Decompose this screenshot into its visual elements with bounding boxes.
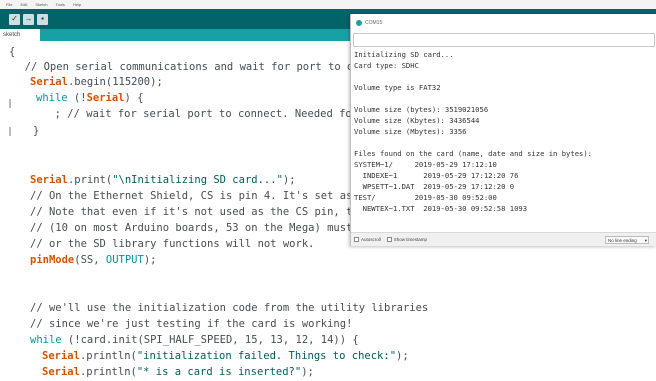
code-token: Serial: [30, 174, 68, 186]
line-ending-value: No line ending: [608, 238, 637, 243]
code-token: "\nInitializing SD card...": [112, 174, 283, 186]
line-ending-select[interactable]: No line ending ▾: [605, 236, 649, 244]
autoscroll-checkbox[interactable]: Autoscroll: [354, 237, 381, 242]
code-token: );: [143, 254, 157, 266]
checkbox-icon: [354, 237, 359, 242]
code-token: pinMode: [30, 254, 75, 266]
serial-output-line: Volume size (bytes): 3519021056: [354, 105, 489, 114]
serial-output-line: WPSETT~1.DAT 2019-05-29 17:12:20 0: [354, 182, 515, 191]
code-token: );: [282, 174, 296, 186]
code-line: // we'll use the initialization code fro…: [30, 302, 429, 314]
menu-sketch[interactable]: Sketch: [35, 0, 47, 9]
serial-output-line: Initializing SD card...: [354, 50, 454, 59]
timestamp-checkbox[interactable]: Show timestamp: [386, 237, 428, 242]
fold-marker: [9, 99, 11, 108]
code-token: (SS,: [74, 254, 106, 266]
serial-output-line: Volume size (Mbytes): 3356: [354, 127, 467, 136]
code-token: while: [30, 334, 62, 346]
tab-sketch[interactable]: sketch: [0, 29, 40, 41]
serial-output-line: NEWTEX~1.TXT 2019-05-30 09:52:58 1093: [354, 204, 528, 213]
code-token: OUTPUT: [105, 254, 144, 266]
code-token: .print(: [67, 174, 113, 186]
serial-output-line: Card type: SDHC: [354, 61, 419, 70]
code-token: Serial: [42, 350, 80, 362]
timestamp-label: Show timestamp: [393, 237, 428, 242]
code-line: Serial.print("\nInitializing SD card..."…: [30, 174, 296, 187]
serial-send-input[interactable]: [353, 33, 655, 47]
code-token: (!: [67, 92, 87, 104]
code-line: {: [9, 46, 16, 58]
upload-icon[interactable]: →: [23, 13, 34, 25]
code-token: (!card.init(SPI_HALF_SPEED, 15, 13, 12, …: [61, 334, 359, 346]
fold-marker: [9, 127, 11, 136]
menu-tools[interactable]: Tools: [56, 0, 65, 9]
code-line: // Open serial communications and wait f…: [12, 61, 379, 73]
code-line: while (!card.init(SPI_HALF_SPEED, 15, 13…: [30, 334, 359, 347]
code-token: while: [36, 92, 68, 104]
code-token: .println(: [79, 350, 137, 362]
serial-output-line: Volume type is FAT32: [354, 83, 441, 92]
verify-icon[interactable]: ✓: [9, 13, 20, 25]
arduino-logo-icon: [356, 19, 362, 26]
code-line: while (!Serial) {: [36, 92, 143, 105]
code-line: // since we're just testing if the card …: [30, 318, 353, 330]
serial-output-line: Files found on the card (name, date and …: [354, 149, 592, 158]
code-token: "initialization failed. Things to check:…: [136, 350, 397, 362]
serial-output-line: TEST/ 2019-05-30 09:52:00: [354, 193, 497, 202]
code-token: .begin(115200);: [67, 76, 163, 88]
chevron-down-icon: ▾: [644, 238, 647, 243]
serial-output-line: Volume size (Kbytes): 3436544: [354, 116, 480, 125]
code-token: Serial: [86, 92, 125, 104]
menu-help[interactable]: Help: [73, 0, 81, 9]
serial-output-area[interactable]: Initializing SD card... Card type: SDHC …: [354, 50, 654, 226]
code-line: Serial.println("* is a card is inserted?…: [42, 366, 314, 379]
code-line: Serial.println("initialization failed. T…: [42, 350, 409, 363]
code-line: Serial.begin(115200);: [30, 76, 163, 89]
menu-edit[interactable]: Edit: [20, 0, 27, 9]
code-line: pinMode(SS, OUTPUT);: [30, 254, 156, 267]
menu-bar: File Edit Sketch Tools Help: [0, 0, 656, 9]
code-line: }: [33, 125, 40, 137]
autoscroll-label: Autoscroll: [361, 237, 381, 242]
new-sketch-icon[interactable]: ▪: [37, 13, 48, 25]
serial-monitor-title: COM15: [365, 19, 383, 26]
code-line: // or the SD library functions will not …: [30, 238, 315, 250]
checkbox-icon: [386, 237, 392, 242]
code-token: Serial: [42, 366, 80, 378]
code-token: Serial: [30, 76, 68, 88]
code-token: "* is a card is inserted?": [136, 366, 302, 378]
code-token: ) {: [124, 92, 144, 104]
serial-monitor-window: COM15 Initializing SD card... Card type:…: [350, 14, 656, 246]
serial-monitor-titlebar[interactable]: COM15: [351, 14, 656, 31]
code-token: );: [396, 350, 409, 362]
menu-file[interactable]: File: [6, 0, 12, 9]
code-token: .println(: [79, 366, 137, 378]
code-token: );: [301, 366, 314, 378]
serial-output-line: SYSTEM~1/ 2019-05-29 17:12:10: [354, 160, 497, 169]
serial-monitor-footer: Autoscroll Show timestamp No line ending…: [351, 232, 656, 246]
serial-output-line: INDEXE~1 2019-05-29 17:12:20 76: [354, 171, 519, 180]
